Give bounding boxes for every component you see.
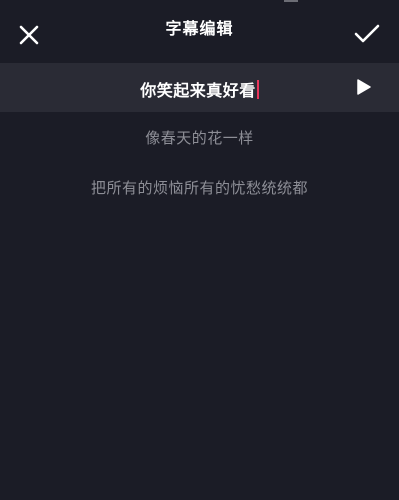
checkmark-icon bbox=[354, 24, 380, 43]
active-subtitle-row[interactable]: 你笑起来真好看 bbox=[0, 63, 399, 112]
subtitle-editor-screen: 字幕编辑 你笑起来真好看 像春天的花一样 把所有的烦恼所有的忧愁统统都 bbox=[0, 0, 399, 500]
play-icon bbox=[357, 79, 371, 95]
subtitle-line[interactable]: 把所有的烦恼所有的忧愁统统都 bbox=[0, 177, 399, 198]
confirm-button[interactable] bbox=[349, 16, 385, 52]
text-cursor bbox=[256, 80, 259, 99]
subtitle-line[interactable]: 像春天的花一样 bbox=[0, 127, 399, 148]
active-subtitle-text: 你笑起来真好看 bbox=[140, 81, 256, 100]
page-title: 字幕编辑 bbox=[165, 19, 234, 38]
active-subtitle-input[interactable]: 你笑起来真好看 bbox=[0, 77, 399, 101]
play-button[interactable] bbox=[353, 76, 375, 98]
top-bar: 字幕编辑 bbox=[0, 0, 399, 62]
